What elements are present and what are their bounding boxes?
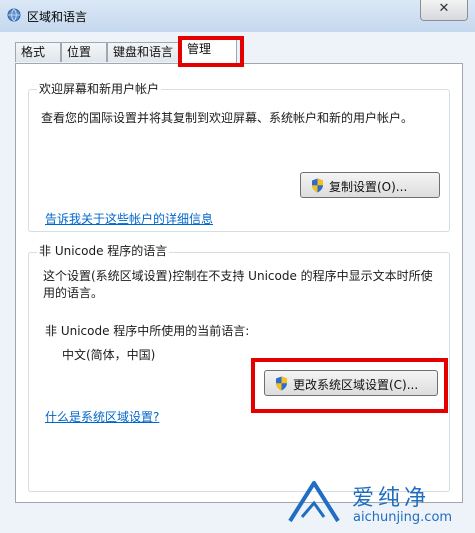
- tab-formats[interactable]: 格式: [15, 42, 61, 62]
- current-language-value: 中文(简体，中国): [62, 348, 156, 362]
- uac-shield-icon: [276, 376, 287, 391]
- tab-panel: 欢迎屏幕和新用户帐户 查看您的国际设置并将其复制到欢迎屏幕、系统帐户和新的用户帐…: [15, 63, 463, 503]
- tab-label: 键盘和语言: [113, 45, 174, 59]
- non-unicode-description-line1: 这个设置(系统区域设置)控制在不支持 Unicode 的程序中显示文本时所使: [43, 269, 433, 283]
- non-unicode-description-line2: 用的语言。: [43, 286, 104, 300]
- system-locale-help-link[interactable]: 什么是系统区域设置?: [45, 408, 159, 425]
- change-system-locale-label: 更改系统区域设置(C)...: [293, 378, 419, 392]
- close-icon: ✕: [438, 1, 450, 16]
- change-system-locale-button[interactable]: 更改系统区域设置(C)...: [264, 370, 438, 396]
- current-language-label: 非 Unicode 程序中所使用的当前语言:: [45, 324, 250, 338]
- watermark-url: aichunjing.com: [353, 510, 453, 525]
- watermark-brand: 爱纯净: [352, 486, 431, 511]
- tab-label: 格式: [21, 45, 46, 59]
- welcome-description: 查看您的国际设置并将其复制到欢迎屏幕、系统帐户和新的用户帐户。: [41, 111, 414, 125]
- tab-administrative[interactable]: 管理: [181, 39, 237, 63]
- copy-settings-label: 复制设置(O)...: [329, 180, 408, 194]
- uac-shield-icon: [312, 178, 323, 193]
- accounts-info-link[interactable]: 告诉我关于这些帐户的详细信息: [45, 210, 213, 227]
- close-button[interactable]: ✕: [420, 0, 468, 21]
- tab-location[interactable]: 位置: [61, 42, 107, 62]
- globe-icon: [7, 8, 21, 22]
- non-unicode-group-title: 非 Unicode 程序的语言: [37, 242, 170, 259]
- title-bar: 区域和语言 ✕: [0, 0, 475, 32]
- copy-settings-button[interactable]: 复制设置(O)...: [300, 172, 440, 198]
- welcome-group-title: 欢迎屏幕和新用户帐户: [37, 80, 162, 97]
- tab-keyboards-languages[interactable]: 键盘和语言: [107, 42, 181, 62]
- watermark-logo-icon: [288, 481, 340, 523]
- window-title: 区域和语言: [27, 10, 88, 24]
- tab-label: 位置: [67, 45, 92, 59]
- tab-label: 管理: [187, 42, 212, 56]
